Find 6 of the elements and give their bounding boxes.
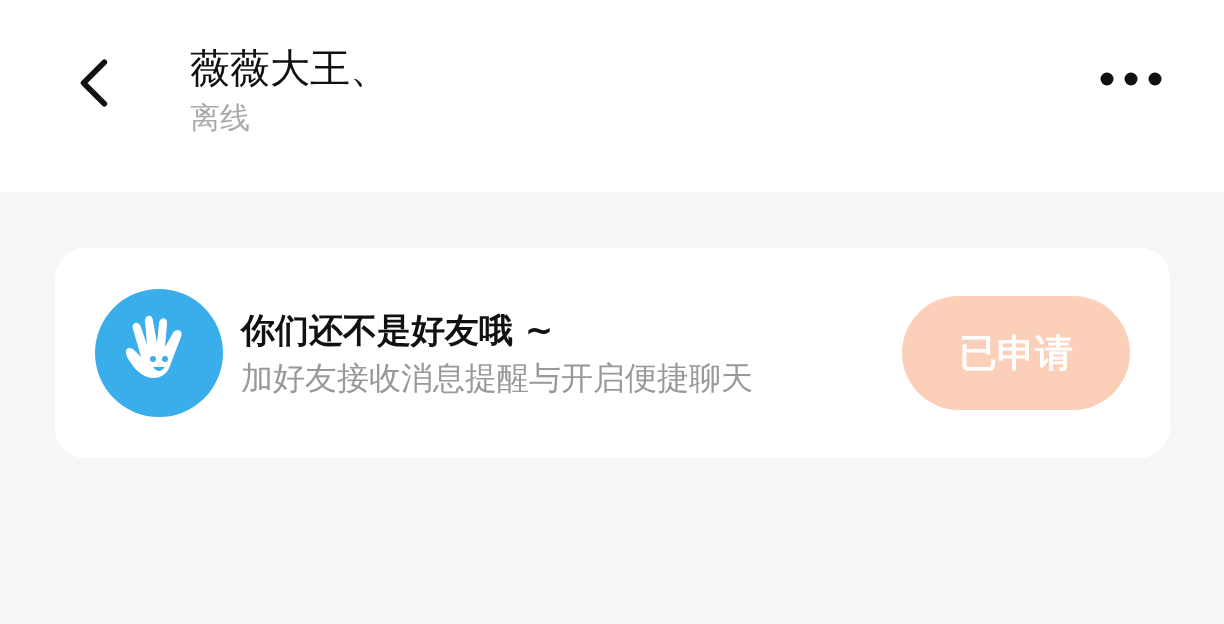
contact-name: 薇薇大王、 bbox=[190, 44, 391, 93]
waving-hand-icon bbox=[95, 289, 223, 417]
more-icon[interactable] bbox=[1100, 71, 1162, 87]
notice-message: 加好友接收消息提醒与开启便捷聊天 bbox=[241, 358, 754, 399]
notice-title: 你们还不是好友哦 ~ bbox=[241, 309, 555, 352]
online-status: 离线 bbox=[190, 99, 251, 137]
